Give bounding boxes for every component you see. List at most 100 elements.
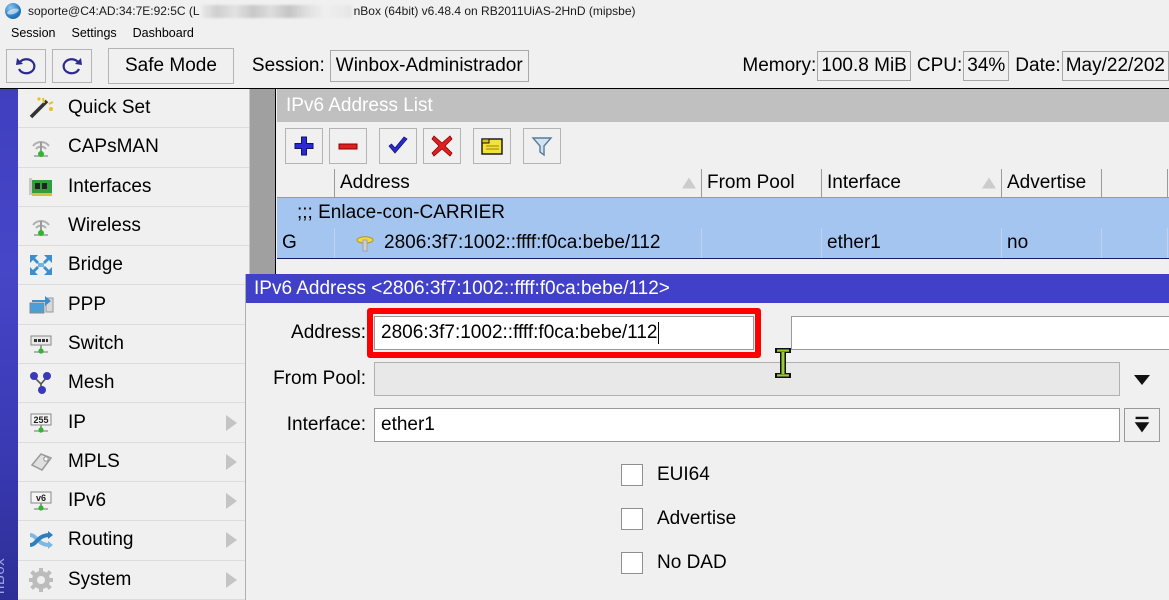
advertise-checkbox[interactable] <box>621 508 643 530</box>
funnel-icon <box>530 134 554 158</box>
sidebar-item-label: IPv6 <box>68 490 106 512</box>
column-header-interface[interactable]: Interface <box>822 169 1002 197</box>
session-value-field[interactable]: Winbox-Administrador <box>330 50 529 82</box>
memory-value: 100.8 MiB <box>817 51 911 81</box>
comment-button[interactable] <box>473 128 511 164</box>
sidebar-item-quick-set[interactable]: Quick Set <box>18 89 249 128</box>
session-label: Session: <box>252 55 325 77</box>
remove-button[interactable] <box>329 128 367 164</box>
date-label: Date: <box>1009 55 1061 77</box>
disable-button[interactable] <box>423 128 461 164</box>
sidebar-item-mesh[interactable]: Mesh <box>18 364 249 403</box>
chevron-right-icon <box>226 454 237 470</box>
table-row-comment[interactable]: ;;; Enlace-con-CARRIER <box>277 198 1169 228</box>
minus-icon <box>336 134 360 158</box>
undo-icon <box>14 54 38 78</box>
sidebar-item-label: PPP <box>68 294 106 316</box>
sidebar-item-label: IP <box>68 412 86 434</box>
interface-input[interactable]: ether1 <box>374 408 1120 442</box>
cross-icon <box>430 134 454 158</box>
cell-address-text: 2806:3f7:1002::ffff:f0ca:bebe/112 <box>384 232 660 254</box>
column-header-flags[interactable] <box>277 169 335 197</box>
check-icon <box>386 134 410 158</box>
sidebar-menu: Quick Set CAPsMAN <box>18 89 250 600</box>
column-header-advertise[interactable]: Advertise <box>1002 169 1102 197</box>
sidebar-item-bridge[interactable]: Bridge <box>18 246 249 285</box>
from-pool-dropdown-button[interactable] <box>1124 362 1160 396</box>
chevron-down-icon <box>1130 367 1154 391</box>
sidebar-item-interfaces[interactable]: Interfaces <box>18 168 249 207</box>
list-window-toolbar <box>277 122 1169 169</box>
filter-button[interactable] <box>523 128 561 164</box>
enable-button[interactable] <box>379 128 417 164</box>
advertise-checkbox-row[interactable]: Advertise <box>246 497 1169 541</box>
column-header-address[interactable]: Address <box>335 169 702 197</box>
no-dad-checkbox[interactable] <box>621 552 643 574</box>
sort-indicator-icon <box>682 178 696 189</box>
redo-button[interactable] <box>52 49 92 83</box>
left-accent-strip: nBox <box>0 89 18 600</box>
column-header-spacer[interactable] <box>1102 169 1168 197</box>
safe-mode-button[interactable]: Safe Mode <box>108 48 234 84</box>
sidebar-item-label: Switch <box>68 333 124 355</box>
eui64-label: EUI64 <box>657 464 710 486</box>
table-header-row: Address From Pool Interface Advertise <box>277 169 1169 198</box>
sidebar-item-ipv6[interactable]: v6 IPv6 <box>18 482 249 521</box>
address-input[interactable]: 2806:3f7:1002::ffff:f0ca:bebe/112 <box>374 316 754 350</box>
cell-spacer <box>1102 228 1168 258</box>
add-button[interactable] <box>285 128 323 164</box>
antenna-icon <box>26 212 56 240</box>
cpu-value: 34% <box>963 51 1009 81</box>
sidebar-item-system[interactable]: System <box>18 561 249 600</box>
sidebar-item-label: CAPsMAN <box>68 136 159 158</box>
no-dad-checkbox-row[interactable]: No DAD <box>246 541 1169 585</box>
chevron-right-icon <box>226 532 237 548</box>
sidebar-item-label: Quick Set <box>68 97 150 119</box>
winbox-globe-icon <box>5 3 21 19</box>
ipv6-icon: v6 <box>26 487 56 515</box>
cell-address: 2806:3f7:1002::ffff:f0ca:bebe/112 <box>335 228 702 258</box>
sort-indicator-icon <box>982 178 996 189</box>
chevron-right-icon <box>226 493 237 509</box>
window-titlebar: soporte@C4:AD:34:7E:92:5C (L nBox (64bit… <box>0 0 1169 22</box>
column-header-from-pool[interactable]: From Pool <box>702 169 822 197</box>
address-input-value: 2806:3f7:1002::ffff:f0ca:bebe/112 <box>381 322 657 344</box>
main-toolbar: Safe Mode Session: Winbox-Administrador … <box>0 44 1169 89</box>
ip-255-icon: 255 <box>26 409 56 437</box>
chevron-down-bar-icon <box>1131 414 1153 436</box>
menu-item-session[interactable]: Session <box>3 26 63 40</box>
from-pool-field-row: From Pool: <box>246 361 1169 397</box>
eui64-checkbox-row[interactable]: EUI64 <box>246 453 1169 497</box>
ipv6-address-dialog: IPv6 Address <2806:3f7:1002::ffff:f0ca:b… <box>245 274 1169 600</box>
redo-icon <box>60 54 84 78</box>
list-window-title: IPv6 Address List <box>277 89 1169 122</box>
table-row[interactable]: G 2806:3f7:1002::ffff:f0ca:bebe/112 ethe… <box>277 228 1169 259</box>
chevron-right-icon <box>226 572 237 588</box>
sidebar-item-routing[interactable]: Routing <box>18 521 249 560</box>
sidebar-item-label: Wireless <box>68 215 141 237</box>
no-dad-label: No DAD <box>657 552 727 574</box>
cell-interface: ether1 <box>822 228 1002 258</box>
interface-field-row: Interface: ether1 <box>246 407 1169 443</box>
interface-dropdown-button[interactable] <box>1124 408 1160 442</box>
titlebar-user-host: soporte@C4:AD:34:7E:92:5C (L <box>28 4 200 18</box>
sidebar-item-ppp[interactable]: PPP <box>18 285 249 324</box>
winbox-app-window: soporte@C4:AD:34:7E:92:5C (L nBox (64bit… <box>0 0 1169 600</box>
sidebar-item-mpls[interactable]: MPLS <box>18 443 249 482</box>
undo-button[interactable] <box>6 49 46 83</box>
chevron-right-icon <box>226 415 237 431</box>
address-secondary-field[interactable] <box>791 316 1169 350</box>
sidebar-item-label: System <box>68 569 131 591</box>
sidebar-item-ip[interactable]: 255 IP <box>18 403 249 442</box>
titlebar-redacted-region <box>202 5 352 18</box>
antenna-icon <box>26 133 56 161</box>
sidebar-item-switch[interactable]: Switch <box>18 325 249 364</box>
from-pool-input[interactable] <box>374 362 1120 396</box>
sidebar-item-capsman[interactable]: CAPsMAN <box>18 128 249 167</box>
eui64-checkbox[interactable] <box>621 464 643 486</box>
menu-item-settings[interactable]: Settings <box>63 26 124 40</box>
sidebar-item-wireless[interactable]: Wireless <box>18 207 249 246</box>
menu-item-dashboard[interactable]: Dashboard <box>125 26 202 40</box>
plus-icon <box>292 134 316 158</box>
cell-advertise: no <box>1002 228 1102 258</box>
